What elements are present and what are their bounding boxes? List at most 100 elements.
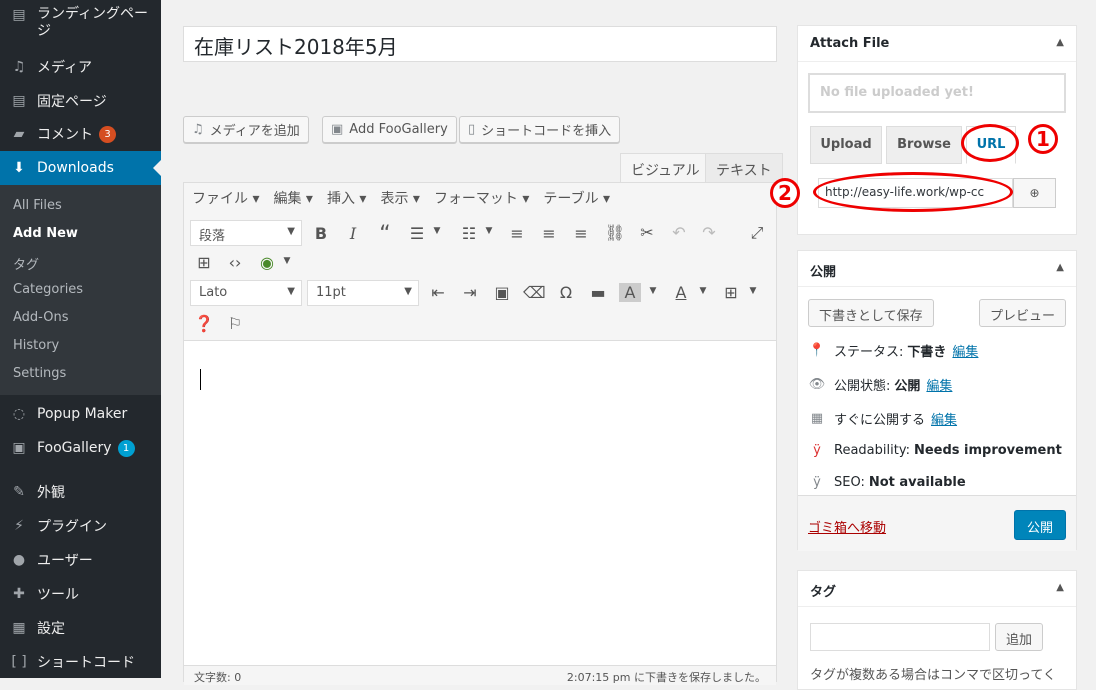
help-icon[interactable]: ❓ [193, 314, 215, 333]
downloads-submenu: All Files Add New タグ Categories Add-Ons … [0, 185, 161, 395]
sidebar-item-appearance[interactable]: ✎ 外観 [0, 475, 161, 509]
sidebar-item-media[interactable]: ♫ メディア [0, 50, 161, 84]
submenu-add-new[interactable]: Add New [13, 226, 78, 241]
menu-insert[interactable]: 挿入 ▾ [327, 188, 366, 208]
sidebar-item-popup-maker[interactable]: ◌ Popup Maker [0, 397, 161, 431]
link-icon[interactable]: ⛓ [604, 223, 626, 242]
font-size-select[interactable]: 11pt ▼ [307, 280, 419, 306]
sidebar-item-pages[interactable]: ▤ 固定ページ [0, 84, 161, 118]
submenu-tags[interactable]: タグ [13, 254, 39, 273]
save-draft-button[interactable]: 下書きとして保存 [808, 299, 934, 327]
download-icon: ⬇ [13, 160, 25, 176]
edit-visibility-link[interactable]: 編集 [926, 375, 952, 394]
tab-upload[interactable]: Upload [810, 126, 882, 164]
sidebar-item-tools[interactable]: ✚ ツール [0, 577, 161, 611]
find-replace-icon[interactable]: ⊞ [193, 253, 215, 272]
panel-header[interactable]: タグ ▲ [798, 571, 1076, 607]
panel-header[interactable]: Attach File ▲ [798, 26, 1076, 62]
publish-button[interactable]: 公開 [1013, 510, 1066, 540]
submenu-settings[interactable]: Settings [13, 366, 66, 381]
chevron-down-icon[interactable]: ▼ [276, 256, 298, 266]
menu-table[interactable]: テーブル ▾ [543, 188, 610, 208]
collapse-icon[interactable]: ▲ [1056, 37, 1064, 48]
insert-shortcode-button[interactable]: ▯ ショートコードを挿入 [459, 116, 621, 143]
bold-icon[interactable]: B [310, 224, 332, 243]
submenu-categories[interactable]: Categories [13, 282, 83, 297]
submenu-history[interactable]: History [13, 338, 59, 353]
font-family-select[interactable]: Lato ▼ [190, 280, 302, 306]
numbered-list-icon[interactable]: ☷ [458, 224, 480, 243]
add-media-button[interactable]: ♫ メディアを追加 [183, 116, 309, 143]
text-color-icon[interactable]: A [670, 283, 692, 302]
page-icon: ▤ [12, 7, 26, 23]
add-url-button[interactable]: ⊕ [1013, 178, 1056, 208]
text-cursor [200, 369, 201, 390]
chevron-down-icon[interactable]: ▼ [478, 226, 500, 236]
tag-input[interactable] [810, 623, 990, 651]
shortcode-icon: ▯ [468, 122, 476, 137]
menu-edit[interactable]: 編集 ▾ [273, 188, 312, 208]
align-left-icon[interactable]: ≡ [506, 224, 528, 243]
status-value: 下書き [907, 345, 947, 360]
menu-view[interactable]: 表示 ▾ [380, 188, 419, 208]
chevron-down-icon: ▼ [287, 286, 295, 297]
format-select[interactable]: 段落 ▼ [190, 220, 302, 246]
undo-icon[interactable]: ↶ [668, 223, 690, 242]
fullscreen-icon[interactable]: ⤢ [746, 223, 768, 243]
collapse-icon[interactable]: ▲ [1056, 582, 1064, 593]
table-icon[interactable]: ⊞ [720, 283, 742, 302]
add-tag-button[interactable]: 追加 [995, 623, 1044, 651]
submenu-add-ons[interactable]: Add-Ons [13, 310, 68, 325]
tab-visual[interactable]: ビジュアル [620, 153, 711, 183]
code-icon[interactable]: ‹› [224, 253, 246, 272]
indent-icon[interactable]: ⇥ [459, 283, 481, 302]
background-color-icon[interactable]: A [619, 283, 641, 302]
panel-header[interactable]: 公開 ▲ [798, 251, 1076, 287]
sidebar-item-shortcodes[interactable]: [ ] ショートコード [0, 645, 161, 679]
eye-icon: 👁 [808, 377, 826, 392]
sidebar-item-users[interactable]: ● ユーザー [0, 543, 161, 577]
bookmark-icon[interactable]: ⚐ [224, 314, 246, 333]
align-center-icon[interactable]: ≡ [538, 224, 560, 243]
chevron-down-icon[interactable]: ▼ [426, 226, 448, 236]
sidebar-item-landing-page[interactable]: ▤ ランディングペー ジ [0, 0, 161, 50]
submenu-all-files[interactable]: All Files [13, 198, 62, 213]
plugin-button-icon[interactable]: ◉ [256, 253, 278, 272]
chevron-down-icon[interactable]: ▼ [742, 286, 764, 296]
horizontal-line-icon[interactable]: ▬ [587, 283, 609, 302]
sidebar-item-downloads[interactable]: ⬇ Downloads [0, 151, 161, 185]
menu-file[interactable]: ファイル ▾ [192, 188, 259, 208]
menu-format[interactable]: フォーマット ▾ [434, 188, 529, 208]
collapse-icon[interactable]: ▲ [1056, 262, 1064, 273]
clear-formatting-icon[interactable]: ⌫ [523, 283, 546, 302]
blockquote-icon[interactable]: “ [374, 222, 396, 247]
preview-button[interactable]: プレビュー [979, 299, 1067, 327]
bullet-list-icon[interactable]: ☰ [406, 224, 428, 243]
align-right-icon[interactable]: ≡ [570, 224, 592, 243]
move-to-trash-link[interactable]: ゴミ箱へ移動 [808, 517, 886, 536]
sidebar-item-comments[interactable]: ▰ コメント 3 [0, 117, 161, 151]
sidebar-item-plugins[interactable]: ⚡ プラグイン [0, 509, 161, 543]
edit-schedule-link[interactable]: 編集 [931, 409, 957, 428]
sidebar-item-label: Downloads [37, 160, 114, 176]
visibility-label: 公開状態: [834, 379, 891, 394]
tab-browse[interactable]: Browse [886, 126, 962, 164]
chevron-down-icon[interactable]: ▼ [642, 286, 664, 296]
special-character-icon[interactable]: Ω [555, 283, 577, 302]
paste-text-icon[interactable]: ▣ [491, 283, 513, 302]
add-foogallery-button[interactable]: ▣ Add FooGallery [322, 116, 457, 143]
file-drop-area[interactable]: No file uploaded yet! [808, 73, 1066, 113]
redo-icon[interactable]: ↷ [698, 223, 720, 242]
edit-status-link[interactable]: 編集 [952, 341, 978, 360]
page-icon: ▤ [12, 93, 26, 109]
media-icon: ♫ [12, 59, 26, 75]
italic-icon[interactable]: I [342, 224, 364, 243]
add-media-label: メディアを追加 [209, 124, 300, 139]
unlink-icon[interactable]: ✂ [636, 223, 658, 242]
outdent-icon[interactable]: ⇤ [427, 283, 449, 302]
sidebar-item-settings[interactable]: ▦ 設定 [0, 611, 161, 645]
sidebar-item-foogallery[interactable]: ▣ FooGallery 1 [0, 431, 161, 465]
post-title-input[interactable]: 在庫リスト2018年5月 [183, 26, 777, 62]
tab-text[interactable]: テキスト [705, 153, 783, 183]
chevron-down-icon[interactable]: ▼ [692, 286, 714, 296]
